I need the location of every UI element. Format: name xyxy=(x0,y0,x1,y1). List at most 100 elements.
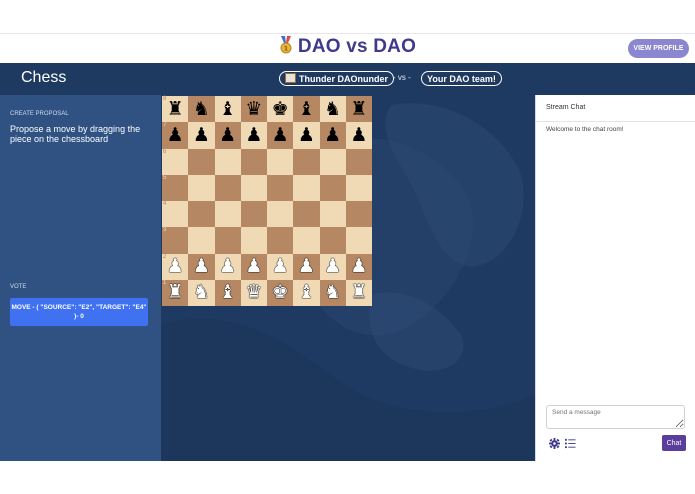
chess-piece[interactable]: ♛ xyxy=(245,283,262,302)
board-square[interactable]: ♜ xyxy=(345,279,372,306)
board-square[interactable]: 1 ♜ xyxy=(162,279,189,306)
board-square[interactable]: ♟ xyxy=(345,122,372,149)
chess-piece[interactable]: ♛ xyxy=(245,100,262,119)
board-square[interactable] xyxy=(293,201,320,228)
board-square[interactable] xyxy=(293,227,320,254)
board-square[interactable] xyxy=(240,148,267,175)
board-square[interactable] xyxy=(345,227,372,254)
chess-piece[interactable]: ♟ xyxy=(298,126,315,145)
board-square[interactable]: ♚ xyxy=(267,279,294,306)
board-square[interactable] xyxy=(345,148,372,175)
board-square[interactable]: ♛ xyxy=(240,279,267,306)
board-square[interactable] xyxy=(319,201,346,228)
chess-piece[interactable]: ♜ xyxy=(167,283,184,302)
gear-icon[interactable] xyxy=(549,438,560,449)
board-square[interactable] xyxy=(267,174,294,201)
chess-piece[interactable]: ♞ xyxy=(193,283,210,302)
board-square[interactable]: ♟ xyxy=(319,122,346,149)
chess-piece[interactable]: ♚ xyxy=(272,100,289,119)
team-b-badge[interactable]: Your DAO team! xyxy=(421,71,502,86)
board-square[interactable] xyxy=(345,201,372,228)
board-square[interactable] xyxy=(319,227,346,254)
chess-piece[interactable]: ♞ xyxy=(324,100,341,119)
board-square[interactable]: ♟ xyxy=(188,253,215,280)
chess-piece[interactable]: ♟ xyxy=(193,126,210,145)
chess-piece[interactable]: ♟ xyxy=(298,257,315,276)
board-square[interactable]: ♟ xyxy=(293,253,320,280)
chess-piece[interactable]: ♟ xyxy=(167,126,184,145)
chess-piece[interactable]: ♞ xyxy=(193,100,210,119)
board-square[interactable]: ♟ xyxy=(240,253,267,280)
board-square[interactable]: 2 ♟ xyxy=(162,253,189,280)
board-square[interactable] xyxy=(240,227,267,254)
board-square[interactable] xyxy=(293,174,320,201)
board-square[interactable]: ♛ xyxy=(240,96,267,123)
board-square[interactable]: ♟ xyxy=(319,253,346,280)
board-square[interactable]: ♟ xyxy=(293,122,320,149)
board-square[interactable]: ♞ xyxy=(319,96,346,123)
board-square[interactable]: ♞ xyxy=(188,279,215,306)
board-square[interactable] xyxy=(188,201,215,228)
board-square[interactable]: ♞ xyxy=(188,96,215,123)
board-square[interactable] xyxy=(319,148,346,175)
board-square[interactable] xyxy=(214,201,241,228)
board-square[interactable] xyxy=(267,201,294,228)
board-square[interactable] xyxy=(214,148,241,175)
board-square[interactable]: 6 xyxy=(162,148,189,175)
board-square[interactable] xyxy=(214,227,241,254)
board-square[interactable]: ♚ xyxy=(267,96,294,123)
chess-piece[interactable]: ♟ xyxy=(350,257,367,276)
chess-piece[interactable]: ♟ xyxy=(245,126,262,145)
chat-message-input[interactable] xyxy=(546,405,685,429)
chess-piece[interactable]: ♟ xyxy=(167,257,184,276)
board-square[interactable]: ♟ xyxy=(345,253,372,280)
chess-piece[interactable]: ♜ xyxy=(350,100,367,119)
chess-piece[interactable]: ♝ xyxy=(298,100,315,119)
board-square[interactable] xyxy=(240,174,267,201)
board-square[interactable] xyxy=(293,148,320,175)
board-square[interactable]: 7 ♟ xyxy=(162,122,189,149)
chess-piece[interactable]: ♜ xyxy=(350,283,367,302)
vote-option-button[interactable]: MOVE - ( "SOURCE": "E2", "TARGET": "E4" … xyxy=(10,298,148,326)
chess-piece[interactable]: ♝ xyxy=(298,283,315,302)
board-square[interactable] xyxy=(319,174,346,201)
board-square[interactable] xyxy=(345,174,372,201)
chess-piece[interactable]: ♟ xyxy=(324,126,341,145)
chess-piece[interactable]: ♟ xyxy=(272,126,289,145)
board-square[interactable]: 4 xyxy=(162,201,189,228)
board-square[interactable]: ♟ xyxy=(267,122,294,149)
brand-title[interactable]: 1 DAO vs DAO xyxy=(0,36,695,58)
chess-piece[interactable]: ♝ xyxy=(219,283,236,302)
chess-piece[interactable]: ♟ xyxy=(272,257,289,276)
chess-piece[interactable]: ♟ xyxy=(324,257,341,276)
board-square[interactable]: 8 ♜ xyxy=(162,96,189,123)
send-chat-button[interactable]: Chat xyxy=(662,435,686,451)
board-square[interactable]: ♝ xyxy=(293,96,320,123)
board-square[interactable]: ♜ xyxy=(345,96,372,123)
board-square[interactable] xyxy=(267,148,294,175)
chessboard[interactable]: 8 ♜ ♞ ♝ ♛ ♚ ♝ ♞ ♜ 7 ♟ ♟ ♟ ♟ ♟ ♟ ♟ ♟ 6 5 4 3 2 ♟ ♟ ♟ ♟ ♟ ♟ ♟ ♟ 1 ♜ ♞ ♝ ♛ ♚ ♝ ♞ ♜ xyxy=(162,96,372,306)
chess-piece[interactable]: ♟ xyxy=(219,126,236,145)
chess-piece[interactable]: ♟ xyxy=(193,257,210,276)
board-square[interactable] xyxy=(188,174,215,201)
board-square[interactable]: ♝ xyxy=(293,279,320,306)
board-square[interactable]: 3 xyxy=(162,227,189,254)
board-square[interactable]: ♟ xyxy=(188,122,215,149)
team-a-badge[interactable]: Thunder DAOnunder xyxy=(279,71,394,86)
list-icon[interactable] xyxy=(565,438,576,449)
board-square[interactable] xyxy=(214,174,241,201)
board-square[interactable] xyxy=(188,148,215,175)
board-square[interactable]: ♝ xyxy=(214,279,241,306)
board-square[interactable] xyxy=(240,201,267,228)
board-square[interactable]: ♟ xyxy=(214,253,241,280)
board-square[interactable] xyxy=(267,227,294,254)
board-square[interactable]: 5 xyxy=(162,174,189,201)
chess-piece[interactable]: ♝ xyxy=(219,100,236,119)
board-square[interactable]: ♟ xyxy=(267,253,294,280)
board-square[interactable] xyxy=(188,227,215,254)
board-square[interactable]: ♞ xyxy=(319,279,346,306)
chess-piece[interactable]: ♟ xyxy=(350,126,367,145)
chess-piece[interactable]: ♚ xyxy=(272,283,289,302)
board-square[interactable]: ♟ xyxy=(240,122,267,149)
chess-piece[interactable]: ♞ xyxy=(324,283,341,302)
